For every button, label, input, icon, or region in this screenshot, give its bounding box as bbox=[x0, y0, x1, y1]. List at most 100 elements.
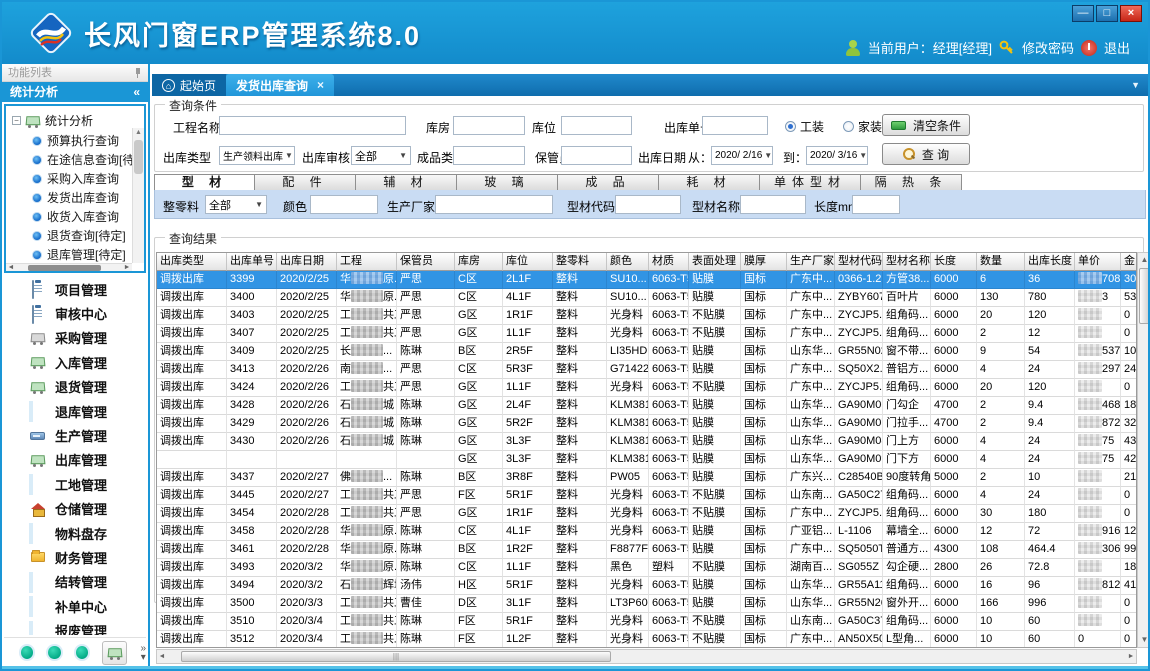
profile-name-input[interactable] bbox=[740, 195, 806, 214]
column-header-color[interactable]: 颜色 bbox=[607, 253, 649, 271]
column-header-no[interactable]: 出库单号 bbox=[227, 253, 277, 271]
color-input[interactable] bbox=[310, 195, 378, 214]
column-header-len[interactable]: 长度 bbox=[931, 253, 977, 271]
tabstrip-dropdown-icon[interactable]: ▼ bbox=[1131, 80, 1140, 90]
sidebar-item-10[interactable]: 物料盘存 bbox=[4, 521, 146, 545]
tree-expander-icon[interactable]: − bbox=[12, 116, 21, 125]
column-header-date[interactable]: 出库日期 bbox=[277, 253, 337, 271]
sidebar-item-11[interactable]: 财务管理 bbox=[4, 545, 146, 569]
sidebar-item-9[interactable]: 仓储管理 bbox=[4, 497, 146, 521]
sidebar-item-3[interactable]: 入库管理 bbox=[4, 350, 146, 374]
table-row[interactable]: 调拨出库34132020/2/26南...严思C区5R3F整料G71422606… bbox=[157, 361, 1136, 379]
table-row[interactable]: 调拨出库34072020/2/25工共工程严思G区1L1F整料光身料6063-T… bbox=[157, 325, 1136, 343]
table-row[interactable]: 调拨出库34942020/3/2石辉城汤伟H区5R1F整料光身料6063-T5贴… bbox=[157, 577, 1136, 595]
tree-item-4[interactable]: 收货入库查询 bbox=[32, 207, 144, 226]
footer-dot-icon[interactable] bbox=[76, 646, 88, 659]
search-button[interactable]: 查 询 bbox=[882, 143, 970, 165]
column-header-price[interactable]: 单价 bbox=[1075, 253, 1121, 271]
maximize-button[interactable]: □ bbox=[1096, 5, 1118, 22]
column-header-outlen[interactable]: 出库长度 bbox=[1025, 253, 1075, 271]
sidebar-item-12[interactable]: 结转管理 bbox=[4, 570, 146, 594]
scroll-up-arrow-icon[interactable]: ▲ bbox=[1138, 253, 1150, 267]
audit-select[interactable]: 全部▼ bbox=[351, 146, 411, 165]
table-row[interactable]: 调拨出库34032020/2/25工共工程严思G区1R1F整料光身料6063-T… bbox=[157, 307, 1136, 325]
footer-dot-icon[interactable] bbox=[21, 646, 33, 659]
column-header-surf[interactable]: 表面处理 bbox=[689, 253, 741, 271]
tree-item-2[interactable]: 采购入库查询 bbox=[32, 169, 144, 188]
sidebar-item-7[interactable]: 出库管理 bbox=[4, 448, 146, 472]
material-tab-5[interactable]: 耗 材 bbox=[659, 174, 760, 191]
profile-code-input[interactable] bbox=[615, 195, 681, 214]
pin-icon[interactable] bbox=[133, 68, 142, 77]
table-row[interactable]: 调拨出库33992020/2/25华原...严思C区2L1F整料SU10...6… bbox=[157, 271, 1136, 289]
sidebar-item-1[interactable]: 审核中心 bbox=[4, 301, 146, 325]
close-button[interactable]: × bbox=[1120, 5, 1142, 22]
sidebar-item-0[interactable]: 项目管理 bbox=[4, 277, 146, 301]
column-header-name[interactable]: 型材名称 bbox=[883, 253, 931, 271]
horizontal-scroll-thumb[interactable]: ||| bbox=[181, 651, 611, 662]
order-no-input[interactable] bbox=[702, 116, 768, 135]
footer-cart-button[interactable] bbox=[102, 641, 127, 665]
material-tab-0[interactable]: 型 材 bbox=[154, 174, 255, 191]
scroll-down-arrow-icon[interactable]: ▼ bbox=[1138, 633, 1150, 647]
sidebar-item-8[interactable]: 工地管理 bbox=[4, 472, 146, 496]
table-row[interactable]: 调拨出库34582020/2/28华原...陈琳C区4L1F整料光身料6063-… bbox=[157, 523, 1136, 541]
table-row[interactable]: 调拨出库34612020/2/28华原...陈琳B区1R2F整料F8877FT6… bbox=[157, 541, 1136, 559]
clear-conditions-button[interactable]: 清空条件 bbox=[882, 114, 970, 136]
table-row[interactable]: 调拨出库34542020/2/28工共工程严思G区1R1F整料光身料6063-T… bbox=[157, 505, 1136, 523]
table-row[interactable]: 调拨出库35122020/3/4工共工程陈琳F区1L2F整料光身料6063-T5… bbox=[157, 631, 1136, 648]
table-row[interactable]: 调拨出库34002020/2/25华原...严思C区4L1F整料SU10...6… bbox=[157, 289, 1136, 307]
table-row[interactable]: 调拨出库34242020/2/26工共工程严思G区1L1F整料光身料6063-T… bbox=[157, 379, 1136, 397]
tree-vertical-scrollbar[interactable]: ▲ bbox=[132, 128, 144, 263]
minimize-button[interactable]: — bbox=[1072, 5, 1094, 22]
table-row[interactable]: 调拨出库35002020/3/3工共工程曹佳D区3L1F整料LT3P606063… bbox=[157, 595, 1136, 613]
material-tab-3[interactable]: 玻 璃 bbox=[457, 174, 558, 191]
maker-input[interactable] bbox=[435, 195, 553, 214]
scroll-left-arrow-icon[interactable]: ◄ bbox=[157, 653, 167, 660]
length-input[interactable] bbox=[852, 195, 900, 214]
column-header-amt[interactable]: 金 bbox=[1121, 253, 1137, 271]
sidebar-item-4[interactable]: 退货管理 bbox=[4, 375, 146, 399]
tree-item-0[interactable]: 预算执行查询 bbox=[32, 131, 144, 150]
table-row[interactable]: 调拨出库34452020/2/27工共工程严思F区5R1F整料光身料6063-T… bbox=[157, 487, 1136, 505]
table-row[interactable]: 调拨出库34372020/2/27佛...陈琳B区3R8F整料PW056063-… bbox=[157, 469, 1136, 487]
column-header-code[interactable]: 型材代码 bbox=[835, 253, 883, 271]
table-row[interactable]: 调拨出库34932020/3/2华原...陈琳C区1L1F整料黑色塑料不贴膜国标… bbox=[157, 559, 1136, 577]
table-row[interactable]: 调拨出库34282020/2/26石城陈琳G区2L4F整料KLM38176063… bbox=[157, 397, 1136, 415]
table-row[interactable]: 调拨出库34302020/2/26石城陈琳G区3L3F整料KLM38176063… bbox=[157, 433, 1136, 451]
radio-home[interactable]: 家装 bbox=[843, 118, 882, 135]
tree-item-1[interactable]: 在途信息查询[待 bbox=[32, 150, 144, 169]
tree-horizontal-scrollbar[interactable]: ◄► bbox=[6, 263, 132, 271]
project-name-input[interactable] bbox=[219, 116, 406, 135]
warehouse-input[interactable] bbox=[453, 116, 525, 135]
sidebar-item-5[interactable]: 退库管理 bbox=[4, 399, 146, 423]
material-tab-2[interactable]: 辅 材 bbox=[356, 174, 457, 191]
date-to-picker[interactable]: 2020/ 3/16▼ bbox=[806, 146, 868, 165]
section-bar-statistics[interactable]: 统计分析 « bbox=[2, 82, 148, 102]
whole-part-select[interactable]: 全部▼ bbox=[205, 195, 267, 214]
material-tab-6[interactable]: 单体型材 bbox=[760, 174, 861, 191]
column-header-whole[interactable]: 整零料 bbox=[553, 253, 607, 271]
column-header-loc[interactable]: 库位 bbox=[503, 253, 553, 271]
column-header-wh[interactable]: 库房 bbox=[455, 253, 503, 271]
table-row[interactable]: 调拨出库34292020/2/26石城陈琳G区5R2F整料KLM38176063… bbox=[157, 415, 1136, 433]
tree-root[interactable]: − 统计分析 bbox=[6, 106, 144, 131]
product-type-input[interactable] bbox=[453, 146, 525, 165]
location-input[interactable] bbox=[561, 116, 632, 135]
table-horizontal-scrollbar[interactable]: ◄ ||| ► bbox=[156, 649, 1137, 664]
sidebar-item-14[interactable]: 报废管理 bbox=[4, 618, 146, 635]
column-header-keeper[interactable]: 保管员 bbox=[397, 253, 455, 271]
material-tab-4[interactable]: 成 品 bbox=[558, 174, 659, 191]
column-header-qty[interactable]: 数量 bbox=[977, 253, 1025, 271]
collapse-icon[interactable]: « bbox=[133, 82, 140, 102]
sidebar-item-6[interactable]: 生产管理 bbox=[4, 423, 146, 447]
change-password-link[interactable]: 修改密码 bbox=[1022, 38, 1074, 57]
sidebar-item-13[interactable]: 补单中心 bbox=[4, 594, 146, 618]
table-vertical-scrollbar[interactable]: ▲ ▼ bbox=[1137, 252, 1150, 648]
table-row[interactable]: 调拨出库35102020/3/4工共工程陈琳F区5R1F整料光身料6063-T5… bbox=[157, 613, 1136, 631]
tree-item-5[interactable]: 退货查询[待定] bbox=[32, 226, 144, 245]
sidebar-item-2[interactable]: 采购管理 bbox=[4, 326, 146, 350]
logout-link[interactable]: 退出 bbox=[1104, 38, 1130, 57]
tab-shipment-outbound-query[interactable]: 发货出库查询 × bbox=[226, 74, 334, 96]
material-tab-7[interactable]: 隔 热 条 bbox=[861, 174, 962, 191]
